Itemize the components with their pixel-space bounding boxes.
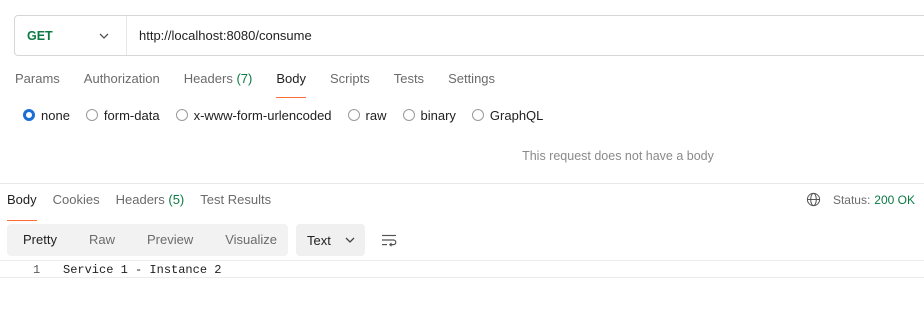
response-headers-count: (5) — [168, 192, 185, 207]
response-tab-cookies[interactable]: Cookies — [53, 191, 100, 215]
view-raw-button[interactable]: Raw — [73, 226, 131, 254]
radio-graphql[interactable]: GraphQL — [471, 108, 543, 123]
radio-unchecked-icon — [85, 109, 98, 121]
view-mode-group: Pretty Raw Preview Visualize — [7, 224, 288, 256]
radio-form-data[interactable]: form-data — [85, 108, 160, 123]
status-value[interactable]: 200 OK — [874, 193, 915, 207]
tab-settings[interactable]: Settings — [448, 66, 495, 96]
url-input[interactable] — [127, 16, 924, 55]
tab-headers[interactable]: Headers (7) — [184, 66, 253, 96]
view-pretty-button[interactable]: Pretty — [7, 226, 73, 254]
response-line[interactable]: Service 1 - Instance 2 — [63, 263, 221, 277]
status-label: Status: — [832, 192, 871, 207]
response-status: Status: 200 OK — [806, 192, 915, 207]
view-preview-button[interactable]: Preview — [131, 226, 209, 254]
body-type-radios: none form-data x-www-form-urlencoded raw… — [23, 106, 559, 124]
radio-x-www-form-urlencoded[interactable]: x-www-form-urlencoded — [175, 108, 332, 123]
headers-count: (7) — [236, 71, 253, 86]
radio-checked-icon — [23, 109, 35, 121]
pane-divider[interactable] — [0, 183, 924, 184]
radio-unchecked-icon — [402, 109, 415, 121]
tab-authorization[interactable]: Authorization — [84, 66, 160, 96]
response-body-editor[interactable]: 1 Service 1 - Instance 2 — [0, 260, 924, 278]
radio-unchecked-icon — [347, 109, 360, 121]
response-tab-headers[interactable]: Headers (5) — [116, 191, 185, 215]
response-tabs: Body Cookies Headers (5) Test Results — [7, 191, 287, 221]
empty-body-message: This request does not have a body — [522, 149, 714, 163]
response-tab-test-results[interactable]: Test Results — [200, 191, 271, 215]
tab-body[interactable]: Body — [276, 66, 306, 98]
globe-icon[interactable] — [806, 192, 821, 207]
radio-none[interactable]: none — [23, 108, 70, 123]
tab-params[interactable]: Params — [15, 66, 60, 96]
format-dropdown[interactable]: Text — [296, 224, 365, 256]
radio-unchecked-icon — [175, 109, 188, 121]
method-dropdown[interactable]: GET — [15, 16, 127, 55]
line-number: 1 — [33, 263, 41, 277]
method-label: GET — [27, 28, 53, 43]
response-tab-body[interactable]: Body — [7, 191, 37, 221]
tab-scripts[interactable]: Scripts — [330, 66, 370, 96]
chevron-down-icon — [99, 33, 109, 39]
radio-raw[interactable]: raw — [347, 108, 387, 123]
view-visualize-button[interactable]: Visualize — [209, 226, 293, 254]
wrap-lines-icon[interactable] — [381, 232, 397, 248]
format-label: Text — [307, 232, 331, 248]
request-tabs: Params Authorization Headers (7) Body Sc… — [15, 66, 519, 98]
chevron-down-icon — [345, 237, 355, 243]
url-bar: GET — [14, 15, 924, 56]
radio-unchecked-icon — [471, 109, 484, 121]
radio-binary[interactable]: binary — [402, 108, 456, 123]
tab-tests[interactable]: Tests — [394, 66, 424, 96]
